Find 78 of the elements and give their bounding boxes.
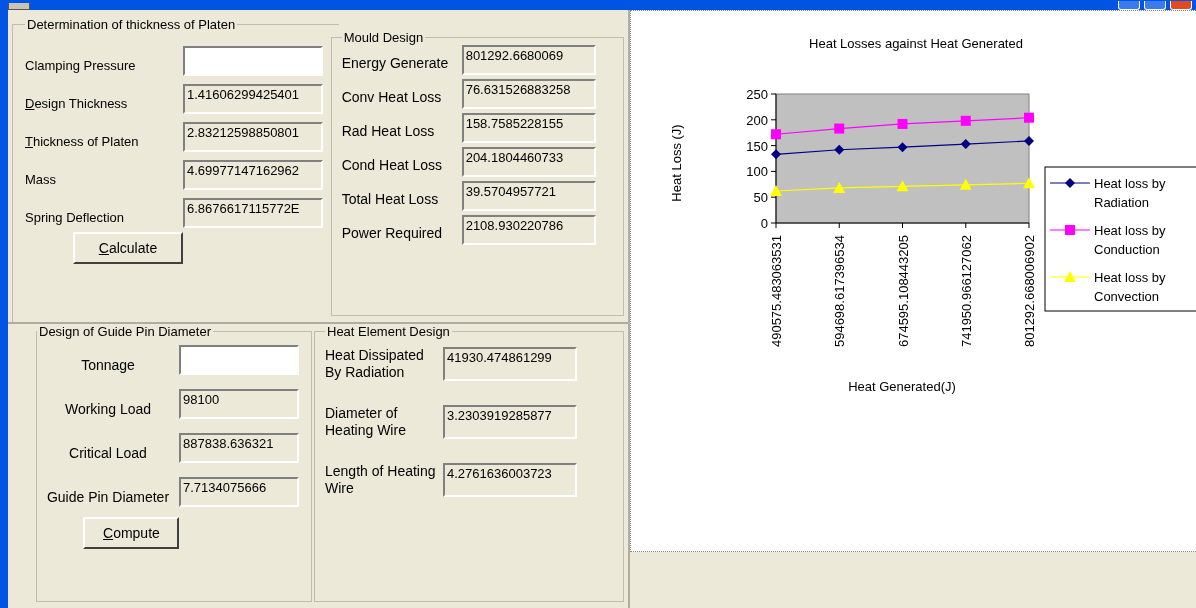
point: [834, 123, 845, 134]
point: [1024, 135, 1034, 146]
field-label: Guide Pin Diameter: [45, 488, 171, 505]
x-tick-label: 801292.668006902: [1022, 235, 1037, 348]
field-label: Conv Heat Loss: [341, 88, 443, 105]
readonly-field[interactable]: 76.631526883258: [461, 79, 596, 109]
point: [896, 180, 909, 192]
field-label: Total Heat Loss: [341, 190, 440, 207]
field-label: Mass: [25, 171, 58, 187]
x-axis-label: Heat Generated(J): [848, 379, 956, 394]
field-label: Clamping Pressure: [25, 57, 137, 73]
readonly-field[interactable]: 4.2761636003723: [443, 463, 577, 497]
y-tick-label: 100: [746, 164, 768, 180]
x-tick-label: 674595.108443205: [895, 235, 911, 348]
legend-label: Heat loss by Radiation: [1094, 176, 1166, 210]
x-tick-label: 594698.617396534: [832, 235, 848, 348]
y-tick-label: 150: [746, 138, 768, 154]
point: [833, 181, 846, 193]
point: [1023, 177, 1035, 189]
field-label: Critical Load: [68, 444, 148, 461]
readonly-field[interactable]: 98100: [179, 389, 299, 419]
readonly-field[interactable]: 1.41606299425401: [183, 84, 323, 114]
app-icon: [8, 3, 30, 10]
point: [897, 118, 908, 129]
point: [771, 129, 781, 140]
y-tick-label: 0: [760, 216, 768, 231]
point: [960, 115, 971, 126]
field-label: Tonnage: [80, 356, 136, 373]
maximize-button[interactable]: [1144, 1, 1166, 10]
readonly-field[interactable]: 6.8676617115772E: [183, 198, 323, 228]
point: [960, 139, 971, 150]
field-label: Design Thickness: [25, 95, 129, 111]
readonly-field[interactable]: 41930.474861299: [443, 347, 577, 381]
readonly-field[interactable]: 887838.636321: [179, 433, 299, 463]
readonly-field[interactable]: 2.83212598850801: [183, 122, 323, 152]
point: [770, 185, 782, 197]
compute-button[interactable]: Compute: [83, 517, 179, 549]
calculate-button[interactable]: Calculate: [73, 232, 183, 264]
input-field[interactable]: [179, 345, 299, 375]
readonly-field[interactable]: 204.1804460733: [461, 147, 596, 177]
y-tick-label: 250: [746, 87, 768, 102]
readonly-field[interactable]: 39.5704957721: [461, 181, 596, 211]
field-label: Power Required: [341, 224, 444, 241]
y-tick-label: 200: [746, 112, 768, 128]
field-label: Cond Heat Loss: [341, 156, 444, 173]
field-label: Spring Deflection: [25, 209, 125, 225]
point: [771, 149, 781, 160]
readonly-field[interactable]: 2108.930220786: [461, 215, 596, 245]
field-label: Rad Heat Loss: [341, 122, 436, 139]
group-title: Mould Design: [342, 30, 425, 45]
x-tick-label: 741950.966127062: [958, 235, 974, 348]
legend-label: Heat loss by Convection: [1094, 270, 1166, 304]
group-title: Heat Element Design: [326, 324, 451, 339]
legend-label: Heat loss by Conduction: [1094, 223, 1166, 257]
field-label: Length of Heating Wire: [325, 463, 437, 497]
input-field[interactable]: [183, 46, 323, 76]
readonly-field[interactable]: 158.7585228155: [461, 113, 596, 143]
group-title: Design of Guide Pin Diameter: [38, 324, 212, 339]
group-title: Determination of thickness of Platen: [26, 17, 237, 32]
x-tick-label: 490575.483063531: [769, 235, 784, 348]
field-label: Energy Generate: [341, 54, 450, 71]
point: [959, 178, 972, 190]
y-axis-label: Heat Loss (J): [669, 124, 684, 202]
field-label: Heat Dissipated By Radiation: [325, 347, 425, 381]
close-button[interactable]: [1170, 1, 1192, 10]
chart-title: Heat Losses against Heat Generated: [809, 36, 1023, 51]
y-tick-label: 50: [753, 190, 768, 206]
readonly-field[interactable]: 801292.6680069: [461, 45, 596, 75]
readonly-field[interactable]: 3.2303919285877: [443, 405, 577, 439]
field-label: Diameter of Heating Wire: [325, 405, 407, 439]
point: [1024, 112, 1034, 123]
readonly-field[interactable]: 4.69977147162962: [183, 160, 323, 190]
field-label: Working Load: [63, 400, 153, 417]
minimize-button[interactable]: [1118, 1, 1140, 10]
readonly-field[interactable]: 7.7134075666: [179, 477, 299, 507]
point: [834, 144, 845, 155]
point: [897, 142, 908, 153]
field-label: Thickness of Platen: [25, 133, 140, 149]
